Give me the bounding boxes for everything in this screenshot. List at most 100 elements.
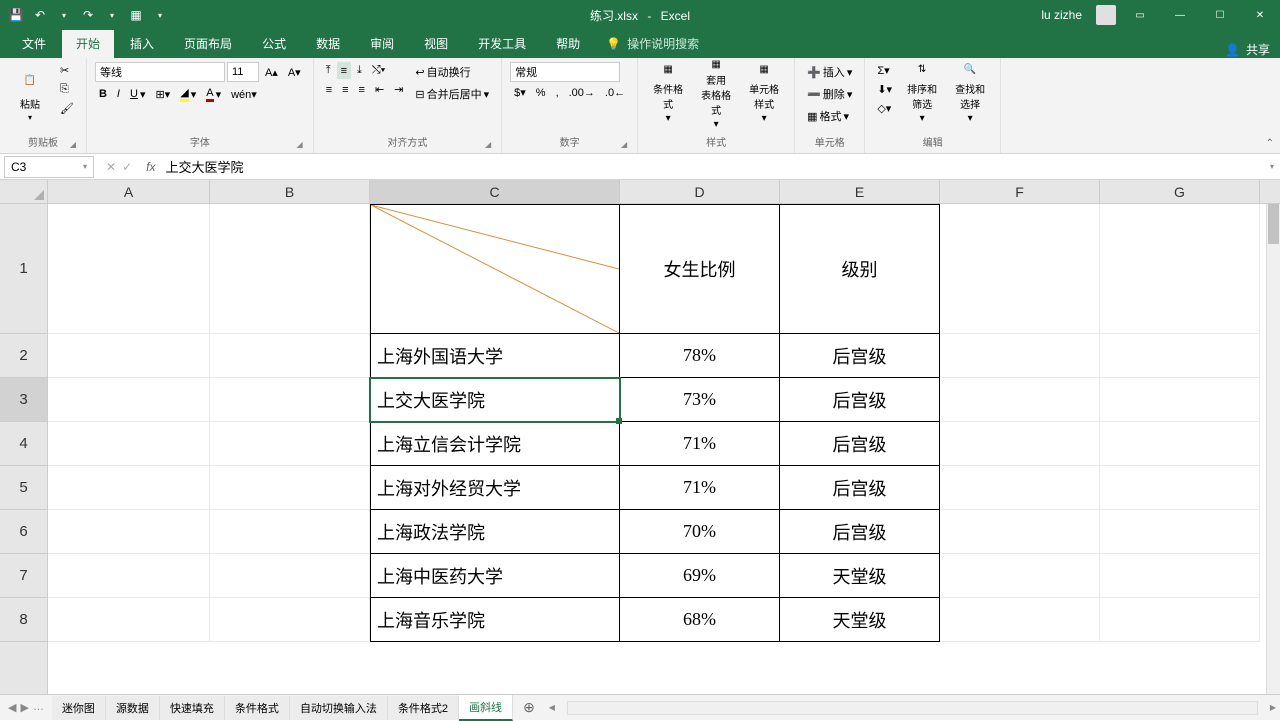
decrease-indent-button[interactable]: ⇤ <box>371 81 388 98</box>
sheet-tab-cond2[interactable]: 条件格式2 <box>388 696 459 720</box>
col-header-c[interactable]: C <box>370 180 620 203</box>
font-name-combo[interactable] <box>95 62 225 82</box>
insert-cells-button[interactable]: ➕插入▾ <box>803 62 856 82</box>
account-name[interactable]: lu zizhe <box>1041 8 1082 22</box>
vertical-scrollbar[interactable] <box>1266 204 1280 694</box>
sheet-nav-more-icon[interactable]: … <box>33 701 44 714</box>
cut-button[interactable]: ✂ <box>56 62 78 79</box>
cell[interactable] <box>940 204 1100 334</box>
tab-help[interactable]: 帮助 <box>542 29 594 58</box>
cell-e8[interactable]: 天堂级 <box>780 598 940 642</box>
row-header-1[interactable]: 1 <box>0 204 47 334</box>
save-icon[interactable]: 💾 <box>8 7 24 23</box>
autosum-button[interactable]: Σ▾ <box>873 62 896 79</box>
new-sheet-button[interactable]: ⊕ <box>513 699 545 716</box>
cell[interactable] <box>48 466 210 510</box>
sheet-tab-sparkline[interactable]: 迷你图 <box>52 696 106 720</box>
row-header-2[interactable]: 2 <box>0 334 47 378</box>
decrease-font-button[interactable]: A▾ <box>284 62 305 82</box>
col-header-f[interactable]: F <box>940 180 1100 203</box>
cell[interactable] <box>210 598 370 642</box>
bold-button[interactable]: B <box>95 84 111 104</box>
row-header-8[interactable]: 8 <box>0 598 47 642</box>
tab-home[interactable]: 开始 <box>62 29 114 58</box>
fill-color-button[interactable]: ◢▾ <box>176 84 200 104</box>
comma-button[interactable]: , <box>552 84 563 101</box>
cell[interactable] <box>210 510 370 554</box>
ribbon-display-icon[interactable]: ▭ <box>1124 0 1156 30</box>
format-table-button[interactable]: ▦套用 表格格式▾ <box>694 62 738 126</box>
orientation-button[interactable]: ⤭▾ <box>368 62 389 79</box>
increase-font-button[interactable]: A▴ <box>261 62 282 82</box>
tab-review[interactable]: 审阅 <box>356 29 408 58</box>
cell[interactable] <box>1100 334 1260 378</box>
sheet-tab-cond1[interactable]: 条件格式 <box>225 696 290 720</box>
font-color-button[interactable]: A▾ <box>202 84 225 104</box>
copy-button[interactable]: ⎘ <box>56 81 78 98</box>
select-all-corner[interactable] <box>0 180 47 204</box>
cell-c5[interactable]: 上海对外经贸大学 <box>370 466 620 510</box>
row-header-5[interactable]: 5 <box>0 466 47 510</box>
undo-icon[interactable]: ↶ <box>32 7 48 23</box>
cell[interactable] <box>48 334 210 378</box>
share-button[interactable]: 共享 <box>1246 41 1270 58</box>
clipboard-launcher-icon[interactable]: ◢ <box>70 140 76 149</box>
align-center-button[interactable]: ≡ <box>338 81 352 98</box>
cell[interactable] <box>48 378 210 422</box>
tab-page-layout[interactable]: 页面布局 <box>170 29 246 58</box>
percent-button[interactable]: % <box>532 84 550 101</box>
cell[interactable] <box>210 422 370 466</box>
tab-formulas[interactable]: 公式 <box>248 29 300 58</box>
avatar[interactable] <box>1096 5 1116 25</box>
fill-button[interactable]: ⬇▾ <box>873 81 896 98</box>
cell-c6[interactable]: 上海政法学院 <box>370 510 620 554</box>
sheet-tab-flash[interactable]: 快速填充 <box>160 696 225 720</box>
hscroll-right-icon[interactable]: ▶ <box>1266 701 1280 715</box>
cell[interactable] <box>1100 204 1260 334</box>
align-left-button[interactable]: ≡ <box>322 81 336 98</box>
cell[interactable] <box>1100 554 1260 598</box>
cell-e5[interactable]: 后宫级 <box>780 466 940 510</box>
col-header-d[interactable]: D <box>620 180 780 203</box>
qat-more-icon[interactable]: ▾ <box>152 7 168 23</box>
underline-button[interactable]: U▾ <box>126 84 149 104</box>
tab-developer[interactable]: 开发工具 <box>464 29 540 58</box>
cell[interactable] <box>1100 510 1260 554</box>
cell-c7[interactable]: 上海中医药大学 <box>370 554 620 598</box>
cell[interactable] <box>940 466 1100 510</box>
accounting-button[interactable]: $▾ <box>510 84 530 101</box>
sheet-tab-source[interactable]: 源数据 <box>106 696 160 720</box>
tab-data[interactable]: 数据 <box>302 29 354 58</box>
qat-customize-icon[interactable]: ▦ <box>128 7 144 23</box>
cell-d7[interactable]: 69% <box>620 554 780 598</box>
delete-cells-button[interactable]: ➖删除▾ <box>803 84 856 104</box>
cell[interactable] <box>210 378 370 422</box>
cell[interactable] <box>48 510 210 554</box>
sheet-tab-diag[interactable]: 画斜线 <box>459 695 513 721</box>
cell[interactable] <box>210 204 370 334</box>
row-header-7[interactable]: 7 <box>0 554 47 598</box>
formula-bar[interactable] <box>161 156 1264 178</box>
cell-c2[interactable]: 上海外国语大学 <box>370 334 620 378</box>
conditional-format-button[interactable]: ▦条件格式▾ <box>646 62 690 126</box>
cell-d4[interactable]: 71% <box>620 422 780 466</box>
cell-e4[interactable]: 后宫级 <box>780 422 940 466</box>
number-format-combo[interactable] <box>510 62 620 82</box>
align-middle-button[interactable]: ≡ <box>337 62 351 79</box>
hscroll-left-icon[interactable]: ◀ <box>545 701 559 715</box>
cell-c1-diagonal[interactable] <box>370 204 620 334</box>
sort-filter-button[interactable]: ⇅排序和筛选▾ <box>900 62 944 126</box>
align-right-button[interactable]: ≡ <box>355 81 369 98</box>
phonetic-button[interactable]: wén▾ <box>227 84 261 104</box>
cell-e7[interactable]: 天堂级 <box>780 554 940 598</box>
cell-d1[interactable]: 女生比例 <box>620 204 780 334</box>
cell[interactable] <box>940 510 1100 554</box>
row-header-3[interactable]: 3 <box>0 378 47 422</box>
redo-dropdown-icon[interactable]: ▾ <box>104 7 120 23</box>
collapse-ribbon-icon[interactable]: ⌃ <box>1266 138 1274 149</box>
format-painter-button[interactable]: 🖌 <box>56 100 78 117</box>
redo-icon[interactable]: ↷ <box>80 7 96 23</box>
col-header-a[interactable]: A <box>48 180 210 203</box>
cell-d2[interactable]: 78% <box>620 334 780 378</box>
cell[interactable] <box>1100 466 1260 510</box>
